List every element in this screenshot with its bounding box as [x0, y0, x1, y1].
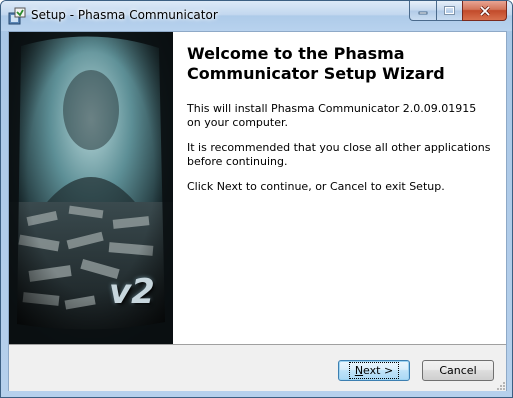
wizard-client-area: v2 Welcome to the Phasma Communicator Se… — [8, 31, 507, 391]
minimize-icon — [418, 11, 428, 14]
next-label-rest: ext > — [363, 364, 394, 377]
close-apps-text: It is recommended that you close all oth… — [187, 141, 491, 168]
install-info-text: This will install Phasma Communicator 2.… — [187, 102, 477, 129]
title-bar[interactable]: Setup - Phasma Communicator — [1, 1, 512, 31]
window-title: Setup - Phasma Communicator — [31, 8, 218, 22]
close-button[interactable] — [462, 1, 507, 21]
button-panel: Next > Cancel — [9, 344, 506, 391]
phasma-banner-image: v2 — [9, 32, 173, 344]
version-badge: v2 — [109, 272, 155, 312]
close-icon — [479, 5, 490, 16]
resize-grip-icon[interactable] — [494, 379, 506, 391]
next-button[interactable]: Next > — [338, 360, 410, 381]
next-accelerator: N — [354, 364, 364, 377]
welcome-title: Welcome to the Phasma Communicator Setup… — [187, 44, 445, 83]
setup-installer-icon — [8, 7, 26, 25]
next-button-label: Next > — [348, 362, 400, 379]
caption-buttons — [409, 1, 507, 21]
welcome-content: Welcome to the Phasma Communicator Setup… — [187, 32, 497, 344]
maximize-icon — [444, 6, 455, 15]
continue-instructions-text: Click Next to continue, or Cancel to exi… — [187, 180, 445, 193]
maximize-button[interactable] — [436, 1, 462, 21]
minimize-button[interactable] — [409, 1, 436, 21]
setup-window: Setup - Phasma Communicator v2 Welcome t… — [0, 0, 513, 398]
cancel-button[interactable]: Cancel — [422, 360, 494, 381]
